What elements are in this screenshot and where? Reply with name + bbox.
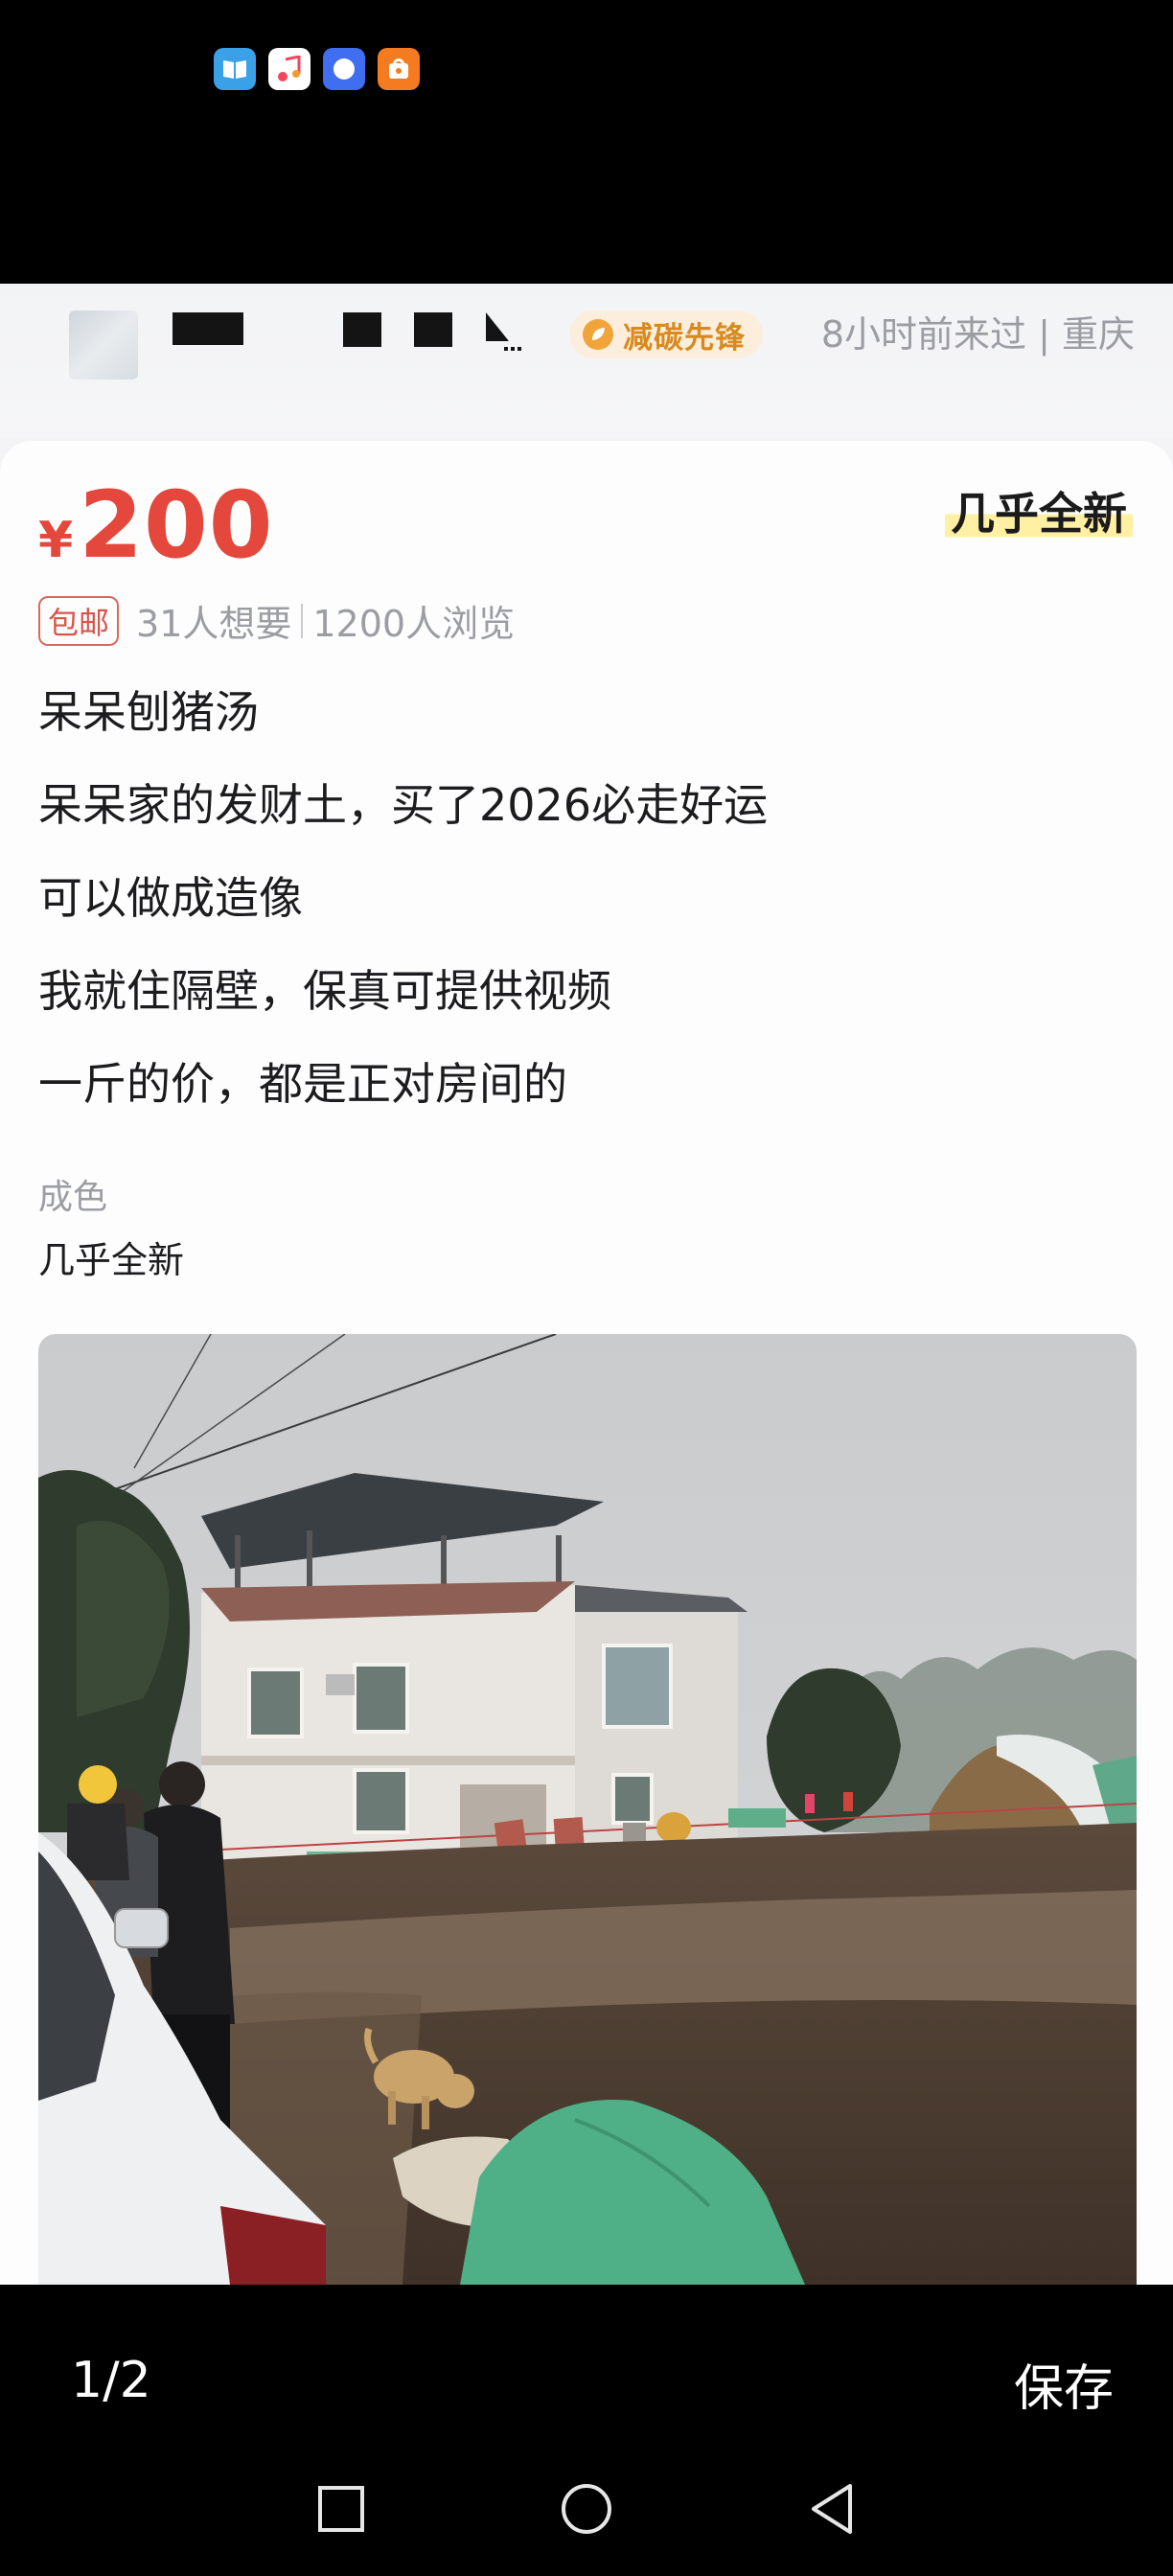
back-triangle-icon [812, 2484, 852, 2534]
low-carbon-badge[interactable]: 减碳先锋 [569, 310, 763, 358]
app-icons-row [214, 48, 420, 90]
square-icon [318, 2486, 364, 2532]
shop-app-icon[interactable] [378, 48, 420, 90]
status-bar [0, 0, 1173, 284]
description-line: 呆呆刨猪汤 [38, 686, 259, 738]
recent-apps-button[interactable] [312, 2480, 370, 2538]
save-button[interactable]: 保存 [1014, 2348, 1114, 2420]
condition-value: 几乎全新 [38, 1239, 185, 1281]
circle-icon [562, 2484, 611, 2534]
redacted-name-block [172, 312, 243, 345]
redacted-name-fragment [484, 310, 522, 355]
stats-divider [301, 603, 304, 638]
condition-label: 成色 [38, 1178, 108, 1217]
image-viewer-bar: 1/2 保存 [0, 2285, 1173, 2576]
listing-screenshot: 减碳先锋 8小时前来过 | 重庆 ¥ 200 几乎全新 包邮 31人想要 120… [0, 284, 1173, 2285]
listing-description: 呆呆刨猪汤 呆呆家的发财土，买了2026必走好运 可以做成造像 我就住隔壁，保真… [38, 680, 1140, 1145]
wants-count: 31人想要 [136, 603, 292, 645]
description-line: 可以做成造像 [38, 872, 303, 924]
page-indicator: 1/2 [71, 2352, 151, 2409]
description-line: 呆呆家的发财土，买了2026必走好运 [38, 779, 769, 831]
description-line: 我就住隔壁，保真可提供视频 [38, 965, 611, 1017]
music-app-icon[interactable] [268, 48, 310, 90]
listing-stats-row: 包邮 31人想要 1200人浏览 [38, 594, 515, 647]
listing-photo[interactable] [38, 1334, 1137, 2285]
views-count: 1200人浏览 [312, 603, 516, 645]
book-app-icon[interactable] [214, 48, 256, 90]
description-line: 一斤的价，都是正对房间的 [38, 1058, 567, 1110]
price-amount: 200 [79, 472, 274, 579]
leaf-icon [583, 319, 613, 350]
browser-app-icon[interactable] [323, 48, 365, 90]
redacted-name-block [414, 312, 452, 347]
free-shipping-badge: 包邮 [38, 595, 120, 646]
redacted-name-block [343, 312, 381, 347]
listing-card: ¥ 200 几乎全新 包邮 31人想要 1200人浏览 呆呆刨猪汤 呆呆家的发财… [0, 441, 1173, 2285]
avatar[interactable] [69, 310, 138, 380]
back-button[interactable] [803, 2480, 861, 2538]
currency-symbol: ¥ [38, 512, 74, 569]
condition-tag: 几乎全新 [945, 479, 1133, 542]
seller-row: 减碳先锋 8小时前来过 | 重庆 [0, 284, 1173, 437]
last-seen-location: 8小时前来过 | 重庆 [820, 313, 1135, 356]
home-button[interactable] [558, 2480, 615, 2538]
price: ¥ 200 [38, 472, 274, 579]
low-carbon-badge-label: 减碳先锋 [623, 320, 746, 356]
